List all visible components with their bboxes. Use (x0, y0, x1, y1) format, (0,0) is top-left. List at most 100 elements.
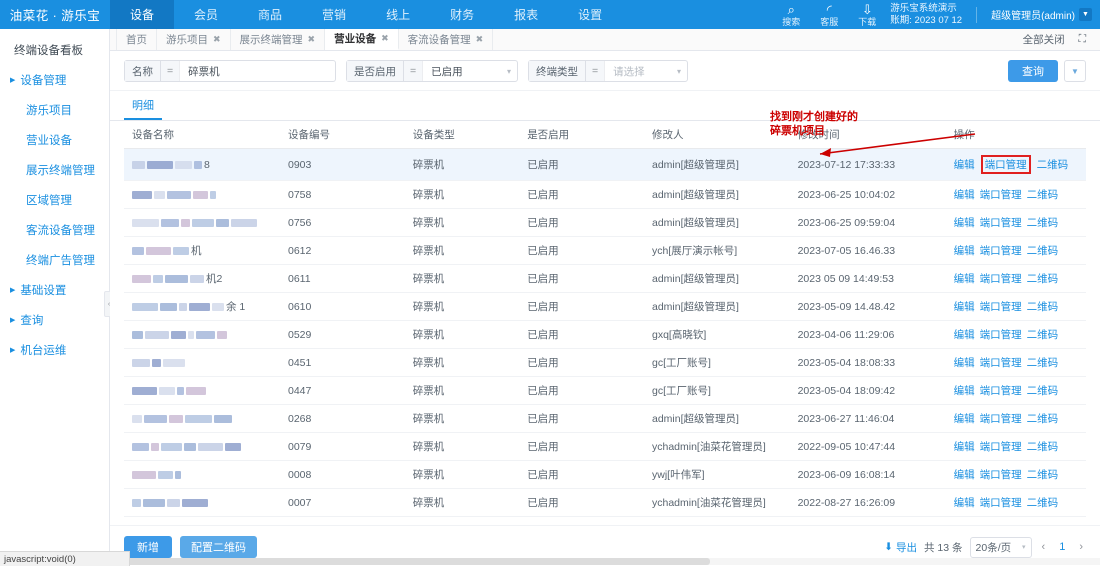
nav-item-6[interactable]: 报表 (494, 0, 558, 29)
nav-item-2[interactable]: 商品 (238, 0, 302, 29)
table-row[interactable]: 0008 碎票机 已启用 ywj[叶伟军] 2023-06-09 16:08:14 编辑端… (124, 460, 1086, 489)
download-tool[interactable]: ⇩ 下载 (852, 3, 882, 27)
nav-item-4[interactable]: 线上 (366, 0, 430, 29)
op-link-1[interactable]: 端口管理 (980, 187, 1022, 202)
table-row[interactable]: 0756 碎票机 已启用 admin[超级管理员] 2023-06-25 09:59:0… (124, 208, 1086, 237)
op-link-0[interactable]: 编辑 (954, 467, 975, 482)
sidebar-group-8[interactable]: ▶ 查询 (0, 305, 109, 335)
op-link-0[interactable]: 编辑 (954, 383, 975, 398)
op-link-2[interactable]: 二维码 (1027, 299, 1059, 314)
filter-terminal-type-operator[interactable]: = (586, 61, 606, 81)
op-link-1[interactable]: 端口管理 (980, 243, 1022, 258)
op-link-0[interactable]: 编辑 (954, 187, 975, 202)
op-link-0[interactable]: 编辑 (954, 299, 975, 314)
op-link-2[interactable]: 二维码 (1037, 157, 1069, 172)
op-link-0[interactable]: 编辑 (954, 327, 975, 342)
col-device-name[interactable]: 设备名称 (124, 121, 280, 149)
page-tab-3[interactable]: 营业设备 ✖ (325, 29, 399, 50)
op-link-2[interactable]: 二维码 (1027, 355, 1059, 370)
table-row[interactable]: 0451 碎票机 已启用 gc[工厂账号] 2023-05-04 18:08:33 编辑端… (124, 348, 1086, 377)
table-row[interactable]: 0529 碎票机 已启用 gxq[高晓钦] 2023-04-06 11:29:06 编辑端… (124, 320, 1086, 349)
scrollbar-thumb[interactable] (125, 558, 710, 565)
page-tab-2[interactable]: 展示终端管理 ✖ (231, 29, 326, 50)
filter-terminal-type-select[interactable]: 请选择 (605, 61, 671, 81)
op-link-1[interactable]: 端口管理 (980, 155, 1031, 174)
add-button[interactable]: 新增 (124, 536, 172, 558)
sidebar-item-5[interactable]: 客流设备管理 (0, 215, 109, 245)
op-link-2[interactable]: 二维码 (1027, 271, 1059, 286)
table-row[interactable]: 机 0612 碎票机 已启用 ych[展厅演示帐号] 2023-07-05 16.46.3… (124, 236, 1086, 265)
op-link-0[interactable]: 编辑 (954, 411, 975, 426)
op-link-1[interactable]: 端口管理 (980, 467, 1022, 482)
table-row[interactable]: 0079 碎票机 已启用 ychadmin[油菜花管理员] 2022-09-05 10:… (124, 432, 1086, 461)
op-link-0[interactable]: 编辑 (954, 243, 975, 258)
chevron-down-icon[interactable]: ▼ (1079, 8, 1092, 21)
op-link-0[interactable]: 编辑 (954, 495, 975, 510)
tab-detail[interactable]: 明细 (124, 91, 162, 120)
sidebar-item-4[interactable]: 区域管理 (0, 185, 109, 215)
op-link-2[interactable]: 二维码 (1027, 383, 1059, 398)
op-link-2[interactable]: 二维码 (1027, 187, 1059, 202)
col-device-code[interactable]: 设备编号 (280, 121, 405, 149)
configure-qrcode-button[interactable]: 配置二维码 (180, 536, 257, 558)
query-button[interactable]: 查询 (1008, 60, 1058, 82)
op-link-2[interactable]: 二维码 (1027, 411, 1059, 426)
table-row[interactable]: 余 1 0610 碎票机 已启用 admin[超级管理员] 2023-05-09 14.4… (124, 292, 1086, 321)
op-link-1[interactable]: 端口管理 (980, 215, 1022, 230)
table-row[interactable]: 0758 碎票机 已启用 admin[超级管理员] 2023-06-25 10:04:0… (124, 180, 1086, 209)
op-link-0[interactable]: 编辑 (954, 215, 975, 230)
op-link-0[interactable]: 编辑 (954, 271, 975, 286)
chevron-down-icon[interactable]: ▾ (501, 61, 517, 81)
sidebar-item-6[interactable]: 终端广告管理 (0, 245, 109, 275)
prev-page-button[interactable]: ‹ (1039, 541, 1049, 553)
sidebar-title[interactable]: 终端设备看板 (0, 35, 109, 65)
table-row[interactable]: 0007 碎票机 已启用 ychadmin[油菜花管理员] 2022-08-27 16:… (124, 488, 1086, 517)
op-link-0[interactable]: 编辑 (954, 355, 975, 370)
table-row[interactable]: 0447 碎票机 已启用 gc[工厂账号] 2023-05-04 18:09:42 编辑端… (124, 376, 1086, 405)
chevron-down-icon[interactable]: ▾ (671, 61, 687, 81)
page-tab-4[interactable]: 客流设备管理 ✖ (399, 29, 494, 50)
close-all-tabs-button[interactable]: 全部关闭 (1023, 32, 1065, 47)
support-tool[interactable]: ◜ 客服 (814, 3, 844, 27)
filter-name-input[interactable]: 碎票机 (180, 61, 335, 81)
op-link-2[interactable]: 二维码 (1027, 495, 1059, 510)
nav-item-0[interactable]: 设备 (110, 0, 175, 29)
table-row[interactable]: 8 0903 碎票机 已启用 admin[超级管理员] 2023-07-12 17:33:… (124, 148, 1086, 181)
nav-item-5[interactable]: 财务 (430, 0, 494, 29)
op-link-1[interactable]: 端口管理 (980, 299, 1022, 314)
close-icon[interactable]: ✖ (381, 33, 389, 44)
page-tab-0[interactable]: 首页 (116, 29, 157, 50)
op-link-0[interactable]: 编辑 (954, 439, 975, 454)
sidebar-group-0[interactable]: ▶ 设备管理 (0, 65, 109, 95)
next-page-button[interactable]: › (1076, 541, 1086, 553)
op-link-1[interactable]: 端口管理 (980, 327, 1022, 342)
op-link-0[interactable]: 编辑 (954, 157, 975, 172)
close-icon[interactable]: ✖ (308, 34, 316, 45)
close-icon[interactable]: ✖ (476, 34, 484, 45)
sidebar-item-3[interactable]: 展示终端管理 (0, 155, 109, 185)
sidebar-item-2[interactable]: 营业设备 (0, 125, 109, 155)
table-row[interactable]: 0268 碎票机 已启用 admin[超级管理员] 2023-06-27 11:46:0… (124, 404, 1086, 433)
col-modifier[interactable]: 修改人 (643, 121, 790, 149)
op-link-1[interactable]: 端口管理 (980, 271, 1022, 286)
table-row[interactable]: 机2 0611 碎票机 已启用 admin[超级管理员] 2023 05 09 14:49… (124, 264, 1086, 293)
op-link-1[interactable]: 端口管理 (980, 495, 1022, 510)
col-operations[interactable]: 操作 (945, 121, 1086, 149)
close-icon[interactable]: ✖ (213, 34, 221, 45)
col-modify-time[interactable]: 修改时间 (789, 121, 946, 149)
op-link-2[interactable]: 二维码 (1027, 243, 1059, 258)
user-menu[interactable]: 超级管理员(admin) ▼ (991, 7, 1092, 22)
nav-item-7[interactable]: 设置 (558, 0, 622, 29)
search-tool[interactable]: ⌕ 搜索 (776, 3, 806, 27)
filter-enabled-select[interactable]: 已启用 (423, 61, 501, 81)
col-device-type[interactable]: 设备类型 (404, 121, 520, 149)
export-button[interactable]: ⬇ 导出 (884, 540, 917, 555)
op-link-2[interactable]: 二维码 (1027, 327, 1059, 342)
op-link-1[interactable]: 端口管理 (980, 439, 1022, 454)
nav-item-1[interactable]: 会员 (174, 0, 238, 29)
page-number-1[interactable]: 1 (1055, 541, 1069, 553)
page-size-select[interactable]: 20条/页 ▾ (969, 536, 1032, 558)
op-link-2[interactable]: 二维码 (1027, 467, 1059, 482)
sidebar-group-9[interactable]: ▶ 机台运维 (0, 335, 109, 365)
more-filters-button[interactable]: ▼ (1064, 60, 1086, 82)
